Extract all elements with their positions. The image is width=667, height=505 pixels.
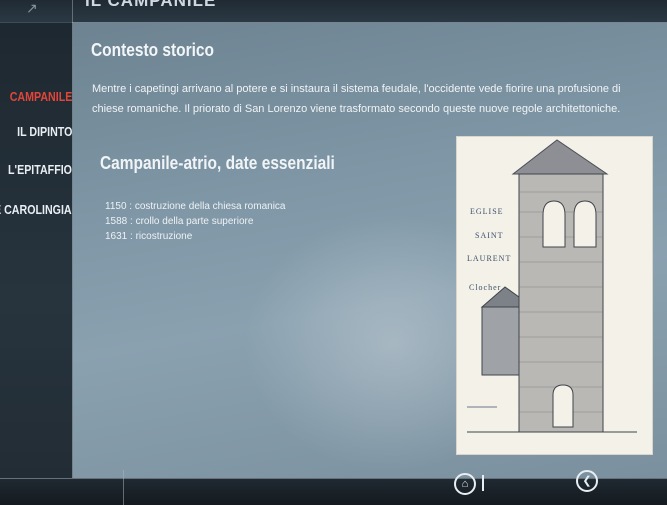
section-title-context: Contesto storico (91, 40, 214, 60)
back-icon[interactable]: ❮ (576, 470, 598, 492)
section-title-dates: Campanile-atrio, date essenziali (100, 153, 335, 173)
divider (482, 475, 484, 491)
context-paragraph: Mentre i capetingi arrivano al potere e … (92, 83, 621, 115)
sidebar-item-campanile[interactable]: CAMPANILE (9, 89, 72, 104)
sidebar-item-carolingia[interactable]: E CAROLINGIA (0, 202, 72, 217)
sidebar: CAMPANILE IL DIPINTO L'EPITAFFIO E CAROL… (0, 23, 72, 483)
timeline-item: 1631 : ricostruzione (105, 231, 193, 242)
timeline-list: 1150 : costruzione della chiesa romanica… (105, 199, 285, 244)
page-title: IL CAMPANILE (85, 0, 217, 10)
sidebar-item-il-dipinto[interactable]: IL DIPINTO (17, 124, 72, 139)
sidebar-item-epitaffio[interactable]: L'EPITAFFIO (8, 162, 72, 177)
timeline-item: 1150 : costruzione della chiesa romanica (105, 201, 286, 212)
divider (123, 470, 124, 505)
top-bar: ↗ IL CAMPANILE (0, 0, 667, 22)
bell-tower-illustration: EGLISE SAINT LAURENT Clocher (456, 136, 653, 455)
timeline-item: 1588 : crollo della parte superiore (105, 216, 254, 227)
divider (72, 0, 73, 505)
content-panel: Contesto storico Mentre i capetingi arri… (73, 23, 667, 478)
bell-tower-drawing (467, 139, 637, 433)
logo-icon: ↗ (26, 0, 38, 16)
home-icon[interactable]: ⌂ (454, 473, 476, 495)
bottom-bar (0, 478, 667, 505)
kiosk-screen: ↗ IL CAMPANILE CAMPANILE IL DIPINTO L'EP… (0, 0, 667, 505)
divider (0, 478, 667, 479)
